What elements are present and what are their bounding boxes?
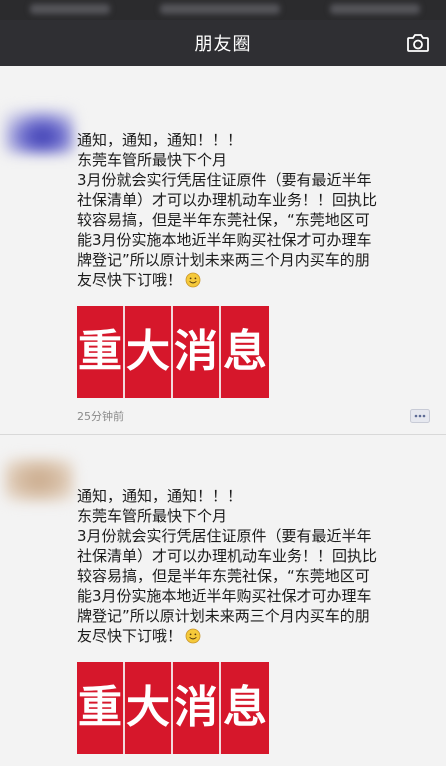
post-line: 3月份就会实行凭居住证原件（要有最近半年	[77, 171, 372, 189]
post-line: 能3月份实施本地近半年购买社保才可办理车	[77, 231, 372, 249]
avatar[interactable]	[4, 110, 74, 154]
post-line-text: 友尽快下订哦！	[77, 627, 183, 645]
post-text: 通知，通知，通知！！！ 东莞车管所最快下个月 3月份就会实行凭居住证原件（要有最…	[77, 486, 432, 646]
page-title: 朋友圈	[194, 34, 252, 55]
banner-char: 大	[125, 662, 173, 754]
banner-char: 重	[77, 662, 125, 754]
avatar[interactable]	[4, 458, 74, 502]
smile-emoji-icon	[185, 272, 201, 288]
news-image[interactable]: 重 大 消 息	[77, 662, 269, 754]
post-line: 3月份就会实行凭居住证原件（要有最近半年	[77, 527, 372, 545]
post-line: 较容易搞，但是半年东莞社保，“东莞地区可	[77, 211, 370, 229]
banner-char: 息	[221, 662, 269, 754]
post-line: 能3月份实施本地近半年购买社保才可办理车	[77, 587, 372, 605]
smile-emoji-icon	[185, 628, 201, 644]
post-line: 通知，通知，通知！！！	[77, 487, 243, 505]
post-line: 社保清单）才可以办理机动车业务！！回执比	[77, 547, 378, 565]
status-bar	[0, 0, 446, 20]
post-line: 较容易搞，但是半年东莞社保，“东莞地区可	[77, 567, 370, 585]
banner-char: 消	[173, 662, 221, 754]
post-line: 牌登记”所以原计划未来两三个月内买车的朋	[77, 607, 370, 625]
news-image[interactable]: 重 大 消 息	[77, 306, 269, 398]
nav-bar: 朋友圈	[0, 20, 446, 66]
post-text: 通知，通知，通知！！！ 东莞车管所最快下个月 3月份就会实行凭居住证原件（要有最…	[77, 130, 432, 290]
camera-icon[interactable]	[406, 33, 430, 53]
banner-char: 消	[173, 306, 221, 398]
post-line: 牌登记”所以原计划未来两三个月内买车的朋	[77, 251, 370, 269]
banner-char: 息	[221, 306, 269, 398]
banner-char: 重	[77, 306, 125, 398]
post-line: 友尽快下订哦！	[77, 270, 432, 290]
post-timestamp: 25分钟前	[77, 410, 124, 423]
post-line: 东莞车管所最快下个月	[77, 507, 228, 525]
post-line: 社保清单）才可以办理机动车业务！！回执比	[77, 191, 378, 209]
banner-char: 大	[125, 306, 173, 398]
post-line: 通知，通知，通知！！！	[77, 131, 243, 149]
post-divider	[0, 434, 446, 435]
post-line: 东莞车管所最快下个月	[77, 151, 228, 169]
post-line-text: 友尽快下订哦！	[77, 271, 183, 289]
moments-feed[interactable]: 通知，通知，通知！！！ 东莞车管所最快下个月 3月份就会实行凭居住证原件（要有最…	[0, 66, 446, 766]
comment-icon[interactable]	[410, 409, 430, 423]
post-line: 友尽快下订哦！	[77, 626, 432, 646]
